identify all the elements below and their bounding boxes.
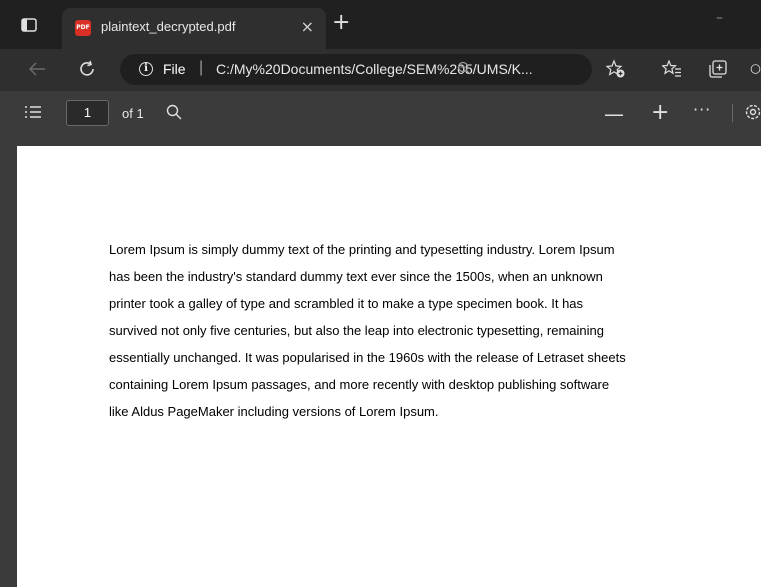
zoom-in-button[interactable]: + bbox=[651, 100, 669, 125]
page-number-input[interactable]: 1 bbox=[66, 100, 109, 126]
zoom-icon[interactable] bbox=[457, 61, 471, 80]
tab-active[interactable]: PDF plaintext_decrypted.pdf × bbox=[62, 8, 326, 49]
minimize-button[interactable]: – bbox=[716, 10, 723, 26]
settings-icon[interactable] bbox=[744, 103, 761, 126]
tab-close-button[interactable]: × bbox=[301, 17, 314, 36]
url-text[interactable]: C:/My%20Documents/College/SEM%205/UMS/K.… bbox=[216, 61, 533, 77]
collections-icon[interactable] bbox=[707, 58, 729, 80]
document-body-text: Lorem Ipsum is simply dummy text of the … bbox=[109, 242, 626, 419]
pdf-toolbar: 1 of 1 — + ··· bbox=[0, 91, 761, 135]
address-bar: i File | C:/My%20Documents/College/SEM%2… bbox=[0, 49, 761, 91]
toolbar-divider bbox=[732, 104, 733, 122]
info-icon[interactable]: i bbox=[139, 62, 153, 76]
tab-bar: PDF plaintext_decrypted.pdf × + – bbox=[0, 0, 761, 49]
new-tab-button[interactable]: + bbox=[332, 12, 350, 34]
back-button[interactable] bbox=[25, 57, 49, 81]
pdf-viewer[interactable]: Lorem Ipsum is simply dummy text of the … bbox=[0, 135, 761, 587]
add-favorite-icon[interactable] bbox=[605, 58, 627, 80]
page-count-label: of 1 bbox=[122, 106, 144, 121]
favorites-icon[interactable] bbox=[661, 58, 683, 80]
refresh-button[interactable] bbox=[75, 57, 99, 81]
tab-actions-icon[interactable] bbox=[18, 14, 40, 36]
tab-title: plaintext_decrypted.pdf bbox=[101, 19, 236, 34]
zoom-out-button[interactable]: — bbox=[604, 102, 624, 126]
table-of-contents-icon[interactable] bbox=[24, 105, 42, 124]
pdf-file-icon: PDF bbox=[75, 20, 91, 36]
more-options-button[interactable]: ··· bbox=[693, 100, 711, 119]
pdf-page: Lorem Ipsum is simply dummy text of the … bbox=[17, 146, 761, 587]
url-box[interactable]: i File | C:/My%20Documents/College/SEM%2… bbox=[120, 54, 592, 85]
search-icon[interactable] bbox=[166, 104, 182, 125]
refresh-icon bbox=[80, 60, 94, 76]
profile-avatar[interactable] bbox=[750, 58, 761, 80]
url-scheme: File bbox=[163, 61, 186, 77]
url-separator: | bbox=[199, 59, 204, 76]
back-arrow-icon bbox=[28, 62, 45, 76]
